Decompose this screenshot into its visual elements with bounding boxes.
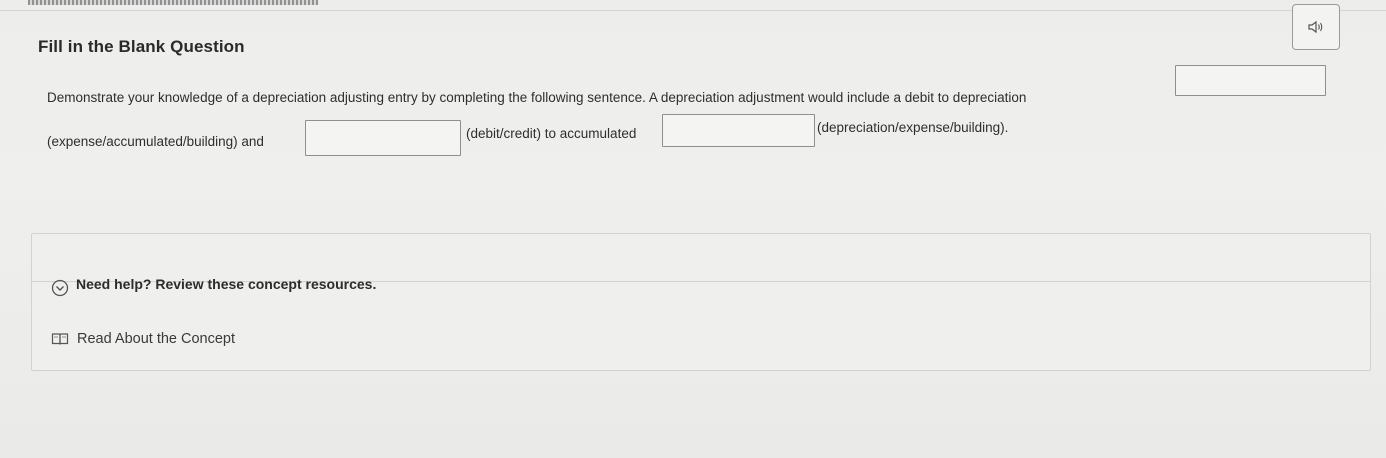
help-toggle[interactable] <box>32 234 1370 282</box>
top-progress-strip <box>28 0 318 5</box>
blank-3[interactable] <box>662 114 815 147</box>
question-text-part1: Demonstrate your knowledge of a deprecia… <box>47 90 1027 105</box>
help-toggle-label[interactable]: Need help? Review these concept resource… <box>76 276 376 292</box>
blank-1[interactable] <box>1175 65 1326 96</box>
question-text-part4: (depreciation/expense/building). <box>817 120 1009 135</box>
help-panel <box>31 233 1371 371</box>
resource-link-read-concept[interactable]: Read About the Concept <box>51 331 235 347</box>
top-divider <box>0 10 1386 11</box>
book-icon <box>51 333 69 345</box>
blank-2-input[interactable] <box>306 121 460 155</box>
speaker-icon <box>1308 20 1323 34</box>
audio-button[interactable] <box>1292 4 1340 50</box>
resource-link-label[interactable]: Read About the Concept <box>77 331 235 347</box>
blank-2[interactable] <box>305 120 461 156</box>
blank-3-input[interactable] <box>663 115 814 146</box>
question-text-part2: (expense/accumulated/building) and <box>47 134 264 149</box>
question-title: Fill in the Blank Question <box>38 37 245 56</box>
chevron-down-circle-icon[interactable] <box>51 279 69 297</box>
question-text-part3: (debit/credit) to accumulated <box>466 126 637 141</box>
blank-1-input[interactable] <box>1176 66 1325 95</box>
